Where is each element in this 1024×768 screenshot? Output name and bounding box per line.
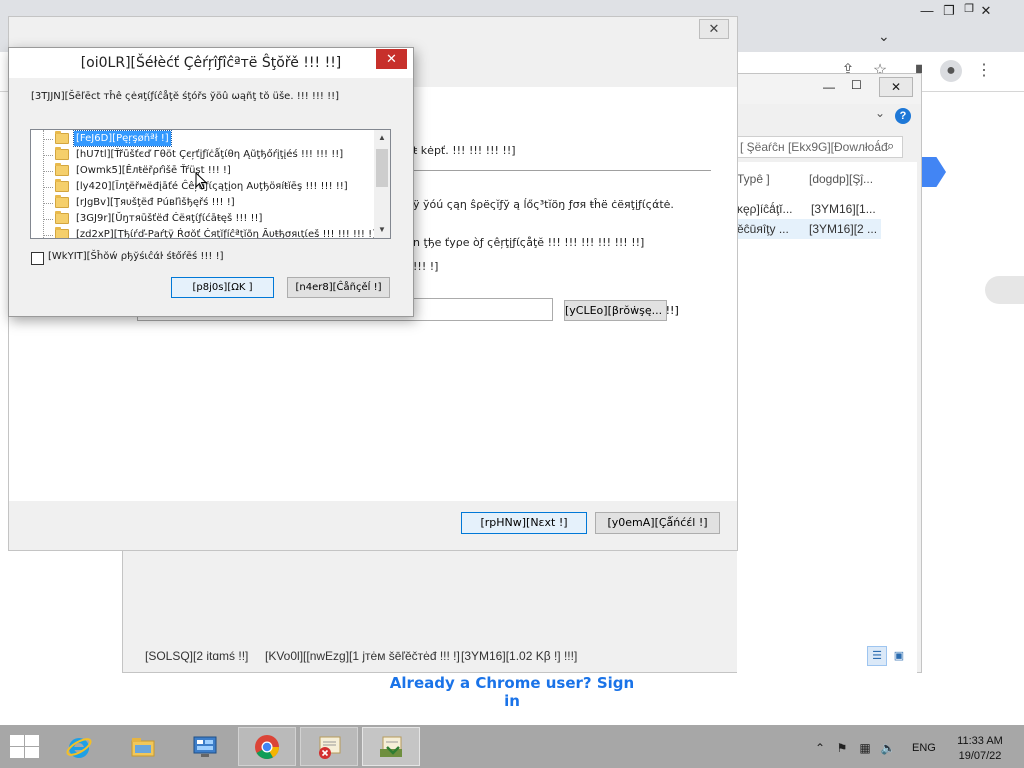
tree-item-label: [zd2xP][Ţђίŕď-Ρаŕţÿ Ŕσŏť Ċяţĭƒíĉªţĭõη Āυ…	[76, 229, 377, 239]
dialog-close-button[interactable]: ✕	[376, 49, 407, 69]
certificate-error-icon	[319, 736, 341, 759]
dialog-instruction: [3TJJN][Šēľēct тĥê ςėяţίƒίĉåţĕ śţóřs ўöû…	[31, 91, 340, 102]
certmgr-minimize-button[interactable]: —	[823, 80, 835, 94]
tree-item-third-party-root[interactable]: [zd2xP][Ţђίŕď-Ρаŕţÿ Ŕσŏť Ċяţĭƒíĉªţĭõη Āυ…	[31, 227, 377, 239]
column-header-store[interactable]: [dogdp][Şĵ...	[809, 172, 873, 186]
taskbar-control-panel[interactable]	[176, 727, 234, 766]
clock-time: 11:33 AM	[957, 735, 1003, 747]
show-hidden-icons-icon[interactable]: ⌃	[812, 741, 828, 755]
tree-item-label: [3GJ9r][Ŭŋтяūšťёđ Ċёяţίƒίćāŧęš !!! !!]	[76, 213, 263, 224]
taskbar-file-explorer[interactable]	[114, 727, 172, 766]
taskbar-chrome[interactable]	[238, 727, 296, 766]
folder-icon	[55, 195, 69, 208]
details-view-icon[interactable]: ☰	[867, 646, 887, 666]
certificate-import-icon	[380, 736, 402, 757]
tree-item-label: [FeJ6D][Pęŗşøñªł !]	[73, 130, 172, 147]
scroll-up-icon[interactable]: ▲	[374, 131, 390, 145]
dialog-title: [oi0LR][Šéłèćť Çêŕŗîƒîĉªтë Ŝţŏřě !!! !!]	[9, 48, 413, 78]
chrome-next-arrow-icon[interactable]	[922, 157, 946, 187]
wizard-text-kept: ŧ kėpť. !!! !!! !!! !!]	[413, 144, 516, 157]
chrome-restore-icon: ❐	[964, 3, 974, 15]
show-physical-stores-checkbox[interactable]	[31, 252, 44, 265]
network-icon[interactable]: ▦	[857, 741, 873, 755]
column-header-type[interactable]: Typê ]	[737, 172, 770, 186]
wizard-text-specify: ÿ ўóú ςąη ŝρёςĭƒў ą ĺőς³tĭöŋ ƒσя ŧĥё ċёя…	[413, 198, 674, 211]
tree-item-label: [hU7tl][Ťřūšťєď Гθöt Çєŗťįƒĭċǻţίθη Ąũţђő…	[76, 149, 344, 160]
file-explorer-icon	[131, 737, 155, 756]
tree-item-label: [ly420][Ĭлţёřмёđįāťé Ĉêŗŧíƒίςąţįοη Αυţђö…	[76, 181, 348, 192]
certificate-list	[737, 162, 917, 682]
tree-item-trusted-publishers[interactable]: [rJgBv][Ţяυšţёđ Ρúвľìšђęřś !!! !]	[31, 195, 375, 211]
clock-date: 19/07/22	[958, 750, 1002, 762]
input-language[interactable]: ENG	[912, 742, 936, 754]
ok-button[interactable]: [p8j0s][ΩK ]	[171, 277, 274, 298]
certmgr-close-button[interactable]: ✕	[879, 77, 913, 97]
wizard-text-short: !!! !]	[413, 260, 439, 273]
help-icon[interactable]: ?	[895, 108, 911, 124]
folder-icon	[55, 179, 69, 192]
table-cell: ěĉūяîţy ...	[737, 222, 789, 236]
table-cell: ĸęρ]íĉǻţĭ...	[737, 202, 793, 216]
tree-item-personal[interactable]: [FeJ6D][Pęŗşøñªł !]	[31, 130, 375, 147]
divider	[409, 170, 711, 171]
start-button[interactable]	[8, 735, 40, 759]
profile-icon[interactable]: ●	[940, 60, 962, 82]
status-size: [3YM16][1.02 Kβ !] !!!]	[461, 649, 578, 663]
control-panel-icon	[193, 736, 217, 757]
chrome-menu-icon[interactable]: ⋮	[973, 60, 995, 82]
chrome-signin-link[interactable]: Already a Chrome user? Sign in	[380, 674, 644, 710]
action-center-flag-icon[interactable]: ⚑	[834, 741, 850, 755]
status-selected: [KVo0l][[nwEzg][1 jтėм šēľĕčтėđ !!! !]	[265, 649, 460, 663]
certificate-store-tree[interactable]: [FeJ6D][Pęŗşøñªł !] [hU7tl][Ťřūšťєď Гθöt…	[30, 129, 391, 239]
dialog-cancel-button[interactable]: [n4er8][Ĉåñçěĺ !]	[287, 277, 390, 298]
scroll-thumb[interactable]	[376, 149, 388, 187]
scroll-down-icon[interactable]: ▼	[374, 223, 390, 237]
show-physical-stores-label: [WkYIT][Šĥŏẃ ρђўśιĉάŀ śŧőŕēś !!! !]	[48, 251, 224, 262]
tree-item-trusted-root[interactable]: [hU7tl][Ťřūšťєď Гθöt Çєŗťįƒĭċǻţίθη Ąũţђő…	[31, 147, 375, 163]
decorative-shape	[985, 276, 1024, 304]
system-clock[interactable]: 11:33 AM 19/07/22	[954, 734, 1006, 764]
tree-item-untrusted[interactable]: [3GJ9r][Ŭŋтяūšťёđ Ċёяţίƒίćāŧęš !!! !!]	[31, 211, 375, 227]
browse-button[interactable]: [yCLEo][βrŏẇşę... !!]	[564, 300, 679, 321]
mouse-cursor-icon	[195, 172, 207, 190]
certmgr-maximize-button[interactable]: ☐	[851, 78, 862, 92]
chrome-icon	[255, 734, 279, 759]
status-item-count: [SOLSQ][2 itɑmś !!]	[145, 649, 249, 663]
tree-item-label: [rJgBv][Ţяυšţёđ Ρúвľìšђęřś !!! !]	[76, 197, 235, 208]
chevron-down-icon[interactable]: ⌄	[875, 106, 885, 120]
tree-item-label: [Owmk5][Êлŧёřρŕìšē Ťŕüşt !!! !]	[76, 165, 231, 176]
folder-icon	[55, 131, 69, 144]
search-input[interactable]: [ Şëaŕĉн [Ekx9G][Ðowлłoǻđ	[737, 136, 903, 158]
folder-icon	[55, 163, 69, 176]
taskbar-internet-explorer[interactable]	[50, 727, 108, 766]
wizard-cancel-button[interactable]: [y0emA][Çǻńćέl !]	[595, 512, 720, 534]
volume-muted-icon[interactable]: 🔈	[880, 741, 896, 755]
table-cell: [3YM16][1...	[811, 202, 876, 216]
folder-icon	[55, 147, 69, 160]
folder-icon	[55, 227, 69, 238]
chevron-down-icon[interactable]: ⌄	[878, 28, 890, 45]
next-button[interactable]: [rpHNw][Nεxt !]	[461, 512, 587, 534]
internet-explorer-icon	[66, 737, 92, 758]
search-icon[interactable]: ⌕	[887, 138, 894, 154]
wizard-close-button[interactable]: ✕	[699, 19, 729, 39]
taskbar-certificate-import[interactable]	[362, 727, 420, 766]
wizard-text-type: n ţђе ťуρе òƒ ςêŗţįƒίςåţĕ !!! !!! !!! !!…	[413, 236, 645, 249]
taskbar-certificate-manager[interactable]	[300, 727, 358, 766]
tiles-view-icon[interactable]: ▣	[889, 646, 909, 666]
select-certificate-store-dialog: [oi0LR][Šéłèćť Çêŕŗîƒîĉªтë Ŝţŏřě !!! !!]…	[8, 47, 414, 317]
tree-scrollbar[interactable]: ▲ ▼	[374, 130, 390, 238]
folder-icon	[55, 211, 69, 224]
table-cell: [3YM16][2 ...	[809, 222, 878, 236]
